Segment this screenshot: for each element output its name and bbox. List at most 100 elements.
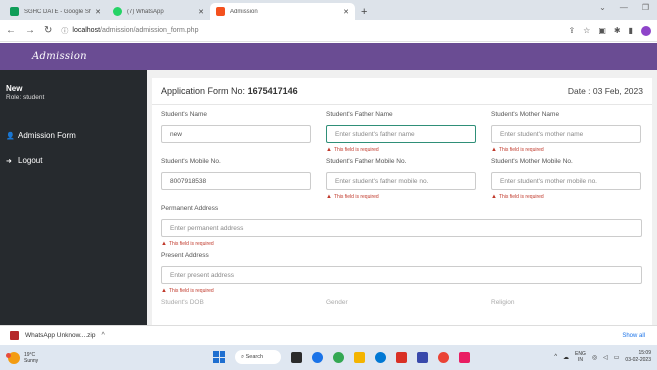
mother-name-input[interactable]: Enter student's mother name: [491, 125, 641, 143]
photos-icon[interactable]: [459, 351, 470, 363]
mother-mobile-input[interactable]: Enter student's mother mobile no.: [491, 172, 641, 190]
tab-google-sheets[interactable]: SGHC DATE - Google Sheets ✕: [4, 3, 107, 20]
field-mother-mobile: Student's Mother Mobile No. Enter studen…: [491, 158, 641, 202]
chat-icon[interactable]: [312, 351, 323, 363]
reload-icon[interactable]: ↻: [44, 25, 52, 36]
tab-admission[interactable]: Admission ✕: [210, 3, 355, 20]
cloud-icon[interactable]: ☁: [563, 354, 569, 361]
close-icon[interactable]: ✕: [343, 8, 349, 16]
form-row-names: Student's Name new Student's Father Name…: [161, 111, 643, 155]
chrome-alt-icon[interactable]: [438, 351, 449, 363]
store-icon[interactable]: [417, 351, 428, 363]
close-icon[interactable]: ✕: [95, 8, 101, 16]
share-icon[interactable]: ⇪: [568, 26, 575, 35]
student-mobile-input[interactable]: 8007918538: [161, 172, 311, 190]
system-tray: ^ ☁ ENG IN ◎ ◁ ▭ 15:09 03-02-2023: [554, 350, 651, 364]
app-header: Admission: [0, 43, 657, 70]
student-name-input[interactable]: new: [161, 125, 311, 143]
star-icon[interactable]: ☆: [583, 26, 590, 35]
profile-avatar[interactable]: [641, 25, 651, 36]
downloads-bar: WhatsApp Unknow....zip ^ Show all: [0, 325, 657, 345]
father-mobile-input[interactable]: Enter student's father mobile no.: [326, 172, 476, 190]
puzzle-icon[interactable]: ✱: [614, 26, 621, 35]
sidebar-item-admission-form[interactable]: 👤 Admission Form: [6, 131, 141, 140]
field-label: Religion: [491, 299, 515, 306]
wifi-icon[interactable]: ◎: [592, 354, 597, 361]
taskbar-apps: ⌕ Search: [213, 350, 470, 364]
forward-icon[interactable]: →: [25, 25, 35, 36]
restore-icon[interactable]: ❐: [642, 3, 649, 12]
info-icon[interactable]: ⓘ: [61, 26, 68, 36]
field-label: Student's Mobile No.: [161, 158, 221, 165]
browser-toolbar-icons: ⇪ ☆ ▣ ✱ ▮: [568, 25, 651, 36]
field-father-mobile: Student's Father Mobile No. Enter studen…: [326, 158, 476, 202]
window-controls: ⌄ — ❐: [599, 3, 649, 12]
file-explorer-icon[interactable]: [354, 351, 365, 363]
field-permanent-address: Permanent Address Enter permanent addres…: [161, 205, 642, 249]
field-label: Student's Mother Name: [491, 111, 560, 118]
chevron-up-icon[interactable]: ^: [554, 354, 557, 360]
field-gender: Gender: [326, 299, 476, 313]
volume-icon[interactable]: ◁: [603, 354, 608, 361]
whatsapp-icon: [113, 7, 122, 16]
field-present-address: Present Address Enter present address ▲ T…: [161, 252, 642, 296]
field-label: Gender: [326, 299, 348, 306]
app-icon[interactable]: [396, 351, 407, 363]
language-indicator[interactable]: ENG IN: [575, 351, 586, 363]
sheets-icon: [10, 7, 19, 16]
extension-icon[interactable]: ▣: [598, 26, 606, 35]
back-icon[interactable]: ←: [6, 25, 16, 36]
download-item[interactable]: WhatsApp Unknow....zip: [25, 332, 95, 339]
user-role: Role: student: [6, 94, 45, 101]
field-label: Present Address: [161, 252, 209, 259]
warning-icon: ▲: [326, 194, 332, 200]
battery-icon[interactable]: ▭: [614, 354, 620, 361]
task-view-icon[interactable]: [291, 351, 302, 363]
form-row-mobiles: Student's Mobile No. 8007918538 Student'…: [161, 158, 643, 202]
field-student-name: Student's Name new: [161, 111, 311, 155]
error-message: ▲ This field is required: [491, 194, 544, 200]
chevron-down-icon[interactable]: ⌄: [599, 3, 606, 12]
edge-icon[interactable]: [375, 351, 386, 363]
field-dob: Student's DOB: [161, 299, 311, 313]
browser-tab-bar: SGHC DATE - Google Sheets ✕ (7) WhatsApp…: [0, 0, 657, 20]
form-title: Application Form No: 1675417146: [161, 86, 298, 96]
sidebar-item-logout[interactable]: ➜ Logout: [6, 156, 141, 165]
tab-title: Admission: [230, 8, 258, 15]
windows-taskbar: 19°C Sunny ⌕ Search ^ ☁ ENG IN ◎ ◁ ▭ 15:0…: [0, 345, 657, 370]
tab-title: (7) WhatsApp: [127, 8, 164, 15]
weather-widget[interactable]: 19°C Sunny: [0, 351, 80, 364]
field-label: Student's Father Name: [326, 111, 393, 118]
logout-icon: ➜: [6, 157, 12, 165]
error-message: ▲ This field is required: [161, 241, 214, 247]
sidebar-icon[interactable]: ▮: [629, 26, 633, 35]
zip-file-icon: [10, 331, 19, 340]
field-label: Student's Name: [161, 111, 208, 118]
sun-icon: [6, 351, 20, 364]
permanent-address-input[interactable]: Enter permanent address: [161, 219, 642, 237]
close-icon[interactable]: ✕: [198, 8, 204, 16]
minimize-icon[interactable]: —: [620, 3, 628, 12]
sidebar: New Role: student 👤 Admission Form ➜ Log…: [0, 70, 147, 325]
field-father-name: Student's Father Name Enter student's fa…: [326, 111, 476, 155]
clock[interactable]: 15:09 03-02-2023: [625, 350, 651, 364]
windows-start-icon[interactable]: [213, 351, 225, 363]
brand-logo[interactable]: Admission: [32, 51, 87, 62]
father-name-input[interactable]: Enter student's father name: [326, 125, 476, 143]
form-date: Date : 03 Feb, 2023: [567, 86, 643, 96]
taskbar-search[interactable]: ⌕ Search: [235, 350, 281, 364]
application-form-card: Application Form No: 1675417146 Date : 0…: [152, 78, 652, 325]
error-message: ▲ This field is required: [161, 288, 214, 294]
form-row-partial: Student's DOB Gender Religion: [161, 299, 643, 313]
chevron-up-icon[interactable]: ^: [101, 332, 104, 339]
present-address-input[interactable]: Enter present address: [161, 266, 642, 284]
url-field[interactable]: ⓘ localhost/admission/admission_form.php: [61, 26, 568, 36]
show-all-button[interactable]: Show all: [622, 333, 645, 339]
address-bar: ← → ↻ ⓘ localhost/admission/admission_fo…: [0, 20, 657, 42]
new-tab-button[interactable]: +: [355, 3, 373, 20]
warning-icon: ▲: [491, 147, 497, 153]
chrome-icon[interactable]: [333, 351, 344, 363]
tab-whatsapp[interactable]: (7) WhatsApp ✕: [107, 3, 210, 20]
error-message: ▲ This field is required: [491, 147, 544, 153]
field-label: Student's Father Mobile No.: [326, 158, 407, 165]
